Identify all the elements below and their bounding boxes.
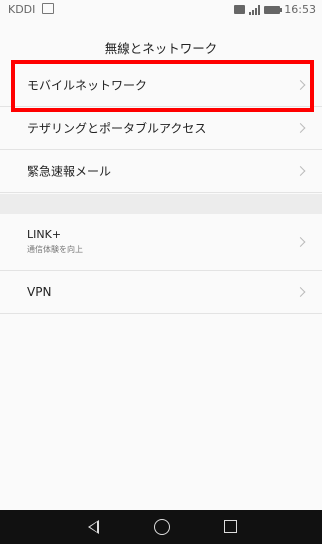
battery-icon: [264, 5, 283, 14]
section-divider: [0, 194, 322, 214]
settings-item-label: LINK+: [27, 228, 62, 241]
carrier-label: KDDI: [8, 3, 54, 16]
settings-item-label: モバイルネットワーク: [27, 78, 148, 93]
settings-item-emergency-alerts[interactable]: 緊急速報メール: [0, 150, 322, 193]
page-title: 無線とネットワーク: [104, 41, 218, 56]
clock: 16:53: [284, 3, 316, 16]
settings-item-label: テザリングとポータブルアクセス: [27, 121, 207, 136]
settings-item-tethering[interactable]: テザリングとポータブルアクセス: [0, 107, 322, 150]
status-bar: KDDI 16:53: [0, 0, 322, 20]
settings-group-other: LINK+ 通信体験を向上 VPN: [0, 214, 322, 314]
settings-item-subtitle: 通信体験を向上: [27, 245, 83, 254]
chevron-right-icon: [295, 287, 306, 297]
settings-item-label: 緊急速報メール: [27, 164, 112, 179]
chevron-right-icon: [295, 166, 306, 176]
status-icons: 16:53: [234, 3, 316, 16]
back-icon[interactable]: [88, 520, 99, 534]
chevron-right-icon: [295, 80, 306, 90]
settings-item-vpn[interactable]: VPN: [0, 271, 322, 314]
settings-item-label: VPN: [27, 285, 52, 299]
settings-item-mobile-network[interactable]: モバイルネットワーク: [0, 64, 322, 107]
chevron-right-icon: [295, 123, 306, 133]
chevron-right-icon: [295, 237, 306, 247]
settings-group-network: モバイルネットワーク テザリングとポータブルアクセス 緊急速報メール: [0, 64, 322, 193]
hd-icon: [234, 5, 246, 14]
settings-item-link-plus[interactable]: LINK+ 通信体験を向上: [0, 214, 322, 271]
recents-icon[interactable]: [224, 520, 237, 533]
signal-icon: [249, 4, 261, 15]
carrier-text: KDDI: [8, 3, 36, 16]
navigation-bar: [0, 510, 322, 544]
sim-icon: [41, 3, 54, 14]
home-icon[interactable]: [154, 519, 170, 535]
